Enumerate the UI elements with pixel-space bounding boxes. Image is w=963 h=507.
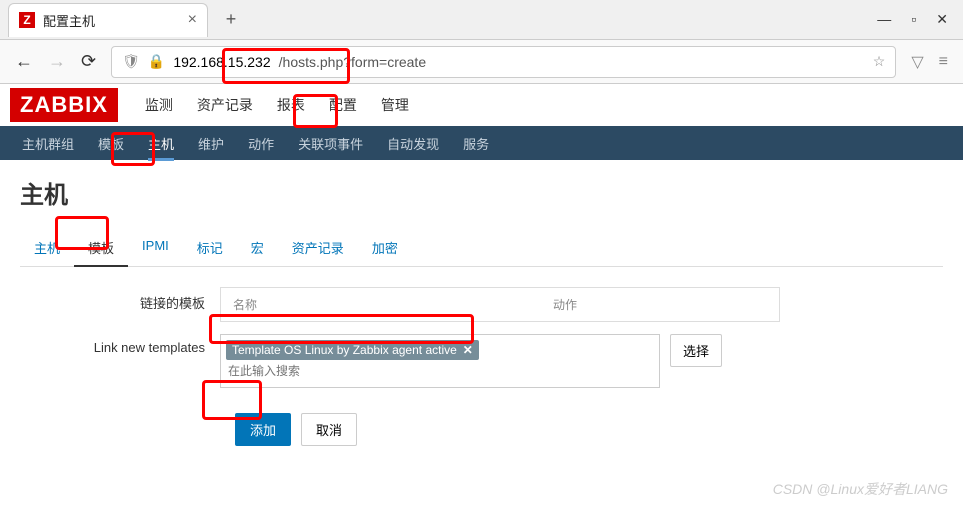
template-search-input[interactable] [226,360,654,382]
top-menu: 监测 资产记录 报表 配置 管理 [133,85,421,125]
col-name: 名称 [221,288,541,321]
subnav-discovery[interactable]: 自动发现 [375,126,451,161]
tab-assets[interactable]: 资产记录 [278,230,358,266]
linked-templates-row: 链接的模板 名称 动作 [20,287,943,322]
tab-ipmi[interactable]: IPMI [128,230,183,266]
tab-host[interactable]: 主机 [20,230,74,266]
template-multiselect[interactable]: Template OS Linux by Zabbix agent active… [220,334,660,388]
app-header: ZABBIX 监测 资产记录 报表 配置 管理 [0,84,963,126]
tab-title: 配置主机 [43,11,180,30]
tab-tags[interactable]: 标记 [183,230,237,266]
maximize-icon[interactable]: ▫ [911,11,916,28]
col-action: 动作 [541,288,589,321]
zabbix-logo[interactable]: ZABBIX [10,88,118,122]
menu-configuration[interactable]: 配置 [317,85,369,125]
sub-nav: 主机群组 模板 主机 维护 动作 关联项事件 自动发现 服务 [0,126,963,160]
lock-icon[interactable]: 🔒 [148,53,165,70]
close-icon[interactable]: × [188,11,197,29]
add-button[interactable]: 添加 [235,413,291,446]
menu-icon[interactable]: ≡ [939,53,948,71]
linked-templates-label: 链接的模板 [20,287,220,312]
link-new-row: Link new templates Template OS Linux by … [20,334,943,388]
new-tab-button[interactable]: + [216,9,246,30]
reload-icon[interactable]: ⟳ [81,51,96,72]
subnav-actions[interactable]: 动作 [236,126,286,161]
browser-tab-bar: Z 配置主机 × + — ▫ ✕ [0,0,963,40]
subnav-services[interactable]: 服务 [451,126,501,161]
subnav-templates[interactable]: 模板 [86,126,136,161]
link-new-label: Link new templates [20,334,220,355]
star-icon[interactable]: ☆ [873,53,886,70]
url-bar[interactable]: 🛡 🔒 192.168.15.232/hosts.php?form=create… [111,46,896,78]
pocket-icon[interactable]: ▽ [911,52,923,72]
page-content: 主机 主机 模板 IPMI 标记 宏 资产记录 加密 链接的模板 名称 动作 L… [0,160,963,461]
window-controls: — ▫ ✕ [877,11,963,28]
back-icon[interactable]: ← [15,51,33,72]
browser-tab[interactable]: Z 配置主机 × [8,3,208,37]
cancel-button[interactable]: 取消 [301,413,357,446]
watermark: CSDN @Linux爱好者LIANG [773,479,948,499]
template-tag: Template OS Linux by Zabbix agent active… [226,340,479,360]
subnav-maintenance[interactable]: 维护 [186,126,236,161]
tab-templates[interactable]: 模板 [74,230,128,267]
subnav-correlation[interactable]: 关联项事件 [286,126,375,161]
forward-icon: → [48,51,66,72]
tab-macros[interactable]: 宏 [237,230,278,266]
shield-icon[interactable]: 🛡 [122,53,140,70]
tab-encryption[interactable]: 加密 [358,230,412,266]
select-button[interactable]: 选择 [670,334,722,367]
linked-templates-table: 名称 动作 [220,287,780,322]
subnav-hostgroups[interactable]: 主机群组 [10,126,86,161]
template-tag-text: Template OS Linux by Zabbix agent active [232,343,457,357]
favicon: Z [19,12,35,28]
url-path: /hosts.php?form=create [279,54,426,70]
menu-administration[interactable]: 管理 [369,85,421,125]
subnav-hosts[interactable]: 主机 [136,126,186,161]
menu-reports[interactable]: 报表 [265,85,317,125]
form-tabs: 主机 模板 IPMI 标记 宏 资产记录 加密 [20,230,943,267]
close-window-icon[interactable]: ✕ [936,11,948,28]
form-actions: 添加 取消 [235,413,943,446]
menu-inventory[interactable]: 资产记录 [185,85,265,125]
browser-toolbar: ← → ⟳ 🛡 🔒 192.168.15.232/hosts.php?form=… [0,40,963,84]
page-title: 主机 [20,175,943,210]
minimize-icon[interactable]: — [877,11,891,28]
url-host: 192.168.15.232 [173,54,270,70]
menu-monitoring[interactable]: 监测 [133,85,185,125]
remove-tag-icon[interactable]: ✕ [463,343,473,357]
